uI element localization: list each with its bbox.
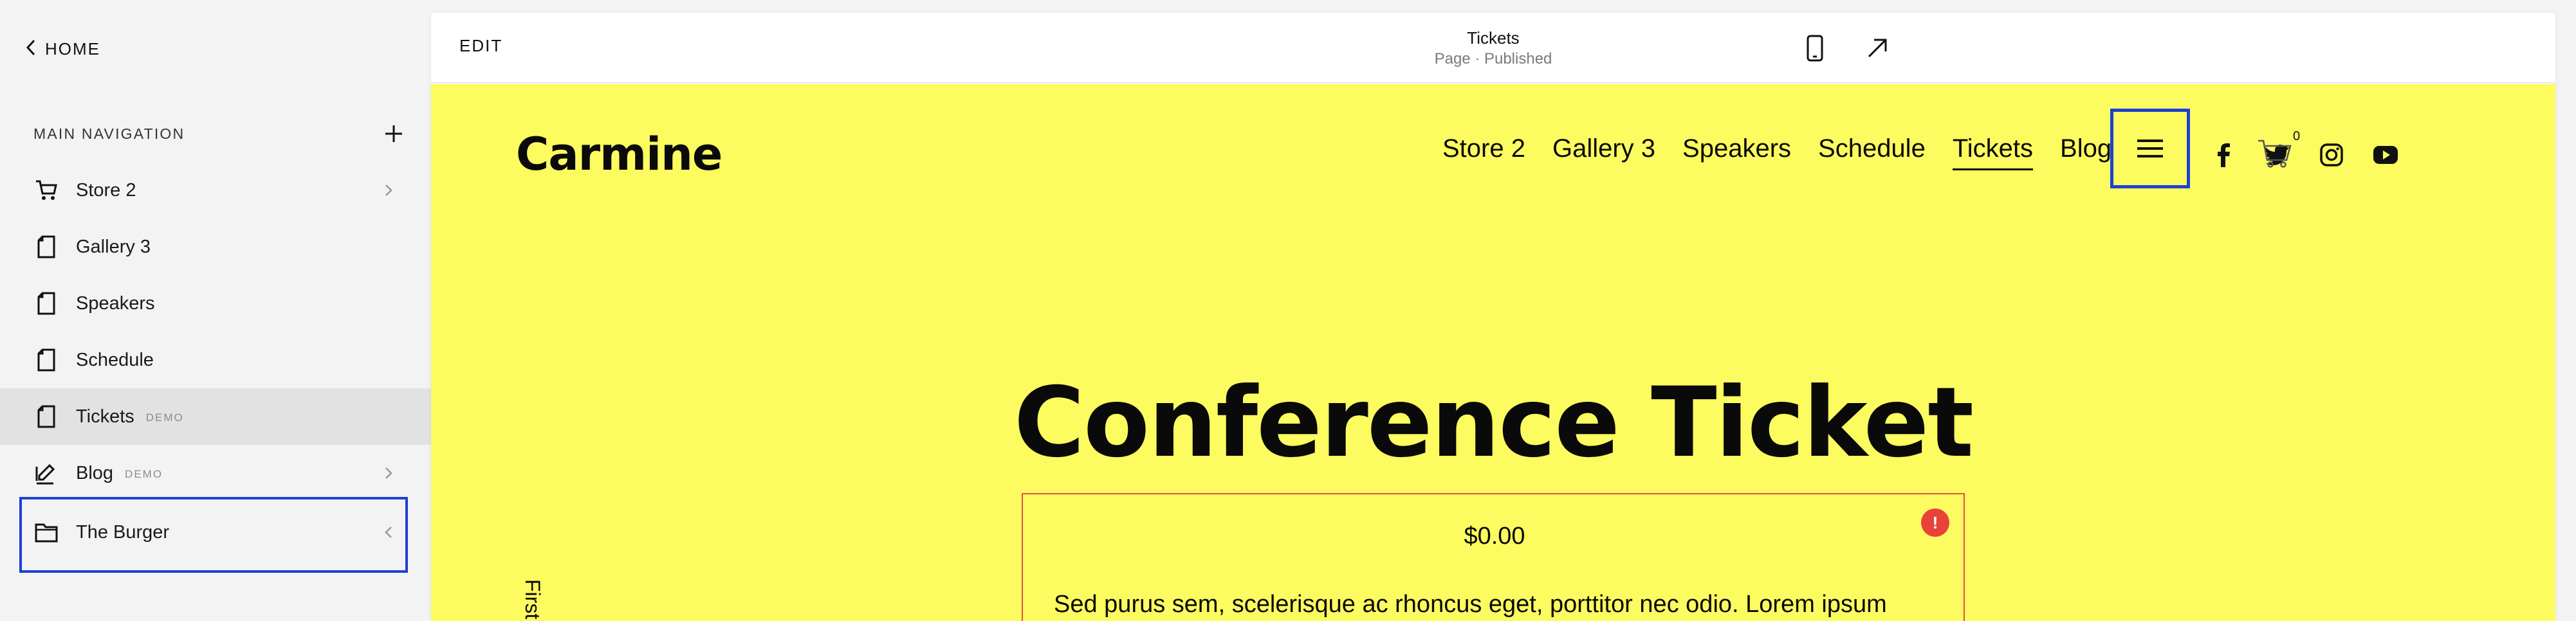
- instagram-icon[interactable]: [2317, 141, 2346, 169]
- page-icon: [33, 347, 59, 373]
- main-navigation-header: MAIN NAVIGATION: [33, 120, 407, 148]
- sidebar-item-label: Store 2: [76, 179, 136, 201]
- hamburger-menu-button[interactable]: [2110, 109, 2190, 188]
- site-navigation: Store 2 Gallery 3 Speakers Schedule Tick…: [1442, 134, 2111, 170]
- site-nav-gallery-3[interactable]: Gallery 3: [1552, 134, 1655, 170]
- page-status: Page · Published: [1434, 50, 1552, 68]
- site-logo[interactable]: Carmine: [516, 128, 722, 181]
- sidebar-item-schedule[interactable]: Schedule: [0, 332, 431, 388]
- section-title: MAIN NAVIGATION: [33, 125, 185, 142]
- plus-icon: [385, 125, 402, 142]
- sidebar-item-label: Tickets: [76, 406, 134, 427]
- blog-icon: [33, 460, 59, 486]
- sidebar-item-store-2[interactable]: Store 2: [0, 162, 431, 219]
- cart-button[interactable]: [2257, 138, 2295, 172]
- cart-icon: [2258, 140, 2292, 168]
- add-page-button[interactable]: [381, 121, 407, 147]
- chevron-left-icon: [26, 39, 36, 60]
- ticket-product-block[interactable]: $0.00 Sed purus sem, scelerisque ac rhon…: [1022, 493, 1965, 621]
- demo-badge: DEMO: [125, 467, 163, 480]
- sidebar-item-label: Gallery 3: [76, 236, 151, 257]
- mobile-icon: [1807, 35, 1823, 62]
- sidebar-item-blog[interactable]: Blog DEMO: [0, 445, 431, 501]
- folder-icon: [33, 519, 59, 545]
- vertical-label: First: [521, 579, 544, 620]
- page-icon: [33, 291, 59, 316]
- home-link[interactable]: HOME: [26, 36, 100, 62]
- editor-topbar: EDIT Tickets Page · Published: [431, 13, 2555, 84]
- youtube-icon[interactable]: [2371, 141, 2400, 169]
- sidebar-item-the-burger[interactable]: The Burger: [0, 504, 431, 561]
- open-site-button[interactable]: [1861, 32, 1893, 64]
- demo-badge: DEMO: [145, 411, 184, 424]
- error-indicator-icon[interactable]: !: [1921, 509, 1949, 537]
- sidebar-item-label: Speakers: [76, 292, 155, 314]
- page-title: Tickets: [1467, 28, 1520, 48]
- hero-title: Conference Ticket: [1013, 367, 1974, 479]
- chevron-right-icon: [382, 464, 395, 482]
- home-label: HOME: [45, 39, 100, 59]
- site-nav-tickets[interactable]: Tickets: [1952, 134, 2034, 170]
- sidebar-item-label: Blog: [76, 462, 114, 483]
- app-window: HOME MAIN NAVIGATION Store 2 Gallery 3 S…: [0, 0, 2576, 621]
- site-nav-store-2[interactable]: Store 2: [1442, 134, 1525, 170]
- chevron-right-icon: [382, 181, 395, 199]
- mobile-preview-button[interactable]: [1799, 32, 1831, 64]
- page-icon: [33, 404, 59, 429]
- sidebar: HOME MAIN NAVIGATION Store 2 Gallery 3 S…: [0, 0, 431, 621]
- sidebar-item-speakers[interactable]: Speakers: [0, 275, 431, 332]
- facebook-icon[interactable]: [2209, 141, 2238, 169]
- site-preview: Carmine Store 2 Gallery 3 Speakers Sched…: [431, 84, 2555, 621]
- cart-count: 0: [2293, 129, 2301, 143]
- ticket-price: $0.00: [1464, 523, 1525, 550]
- hamburger-icon: [2137, 140, 2163, 158]
- main-navigation-list: Store 2 Gallery 3 Speakers Schedule Tick…: [0, 162, 431, 561]
- site-nav-schedule[interactable]: Schedule: [1818, 134, 1926, 170]
- ticket-description: Sed purus sem, scelerisque ac rhoncus eg…: [1054, 591, 1887, 618]
- chevron-left-icon: [382, 523, 395, 541]
- arrow-up-right-icon: [1868, 39, 1887, 58]
- sidebar-item-gallery-3[interactable]: Gallery 3: [0, 219, 431, 275]
- page-icon: [33, 234, 59, 260]
- editor-panel: EDIT Tickets Page · Published Carmine St…: [431, 13, 2555, 621]
- site-nav-blog[interactable]: Blog: [2060, 134, 2111, 170]
- site-nav-speakers[interactable]: Speakers: [1682, 134, 1791, 170]
- sidebar-item-label: The Burger: [76, 521, 170, 543]
- cart-icon: [33, 177, 59, 203]
- sidebar-item-tickets[interactable]: Tickets DEMO: [0, 388, 431, 445]
- sidebar-item-label: Schedule: [76, 349, 154, 370]
